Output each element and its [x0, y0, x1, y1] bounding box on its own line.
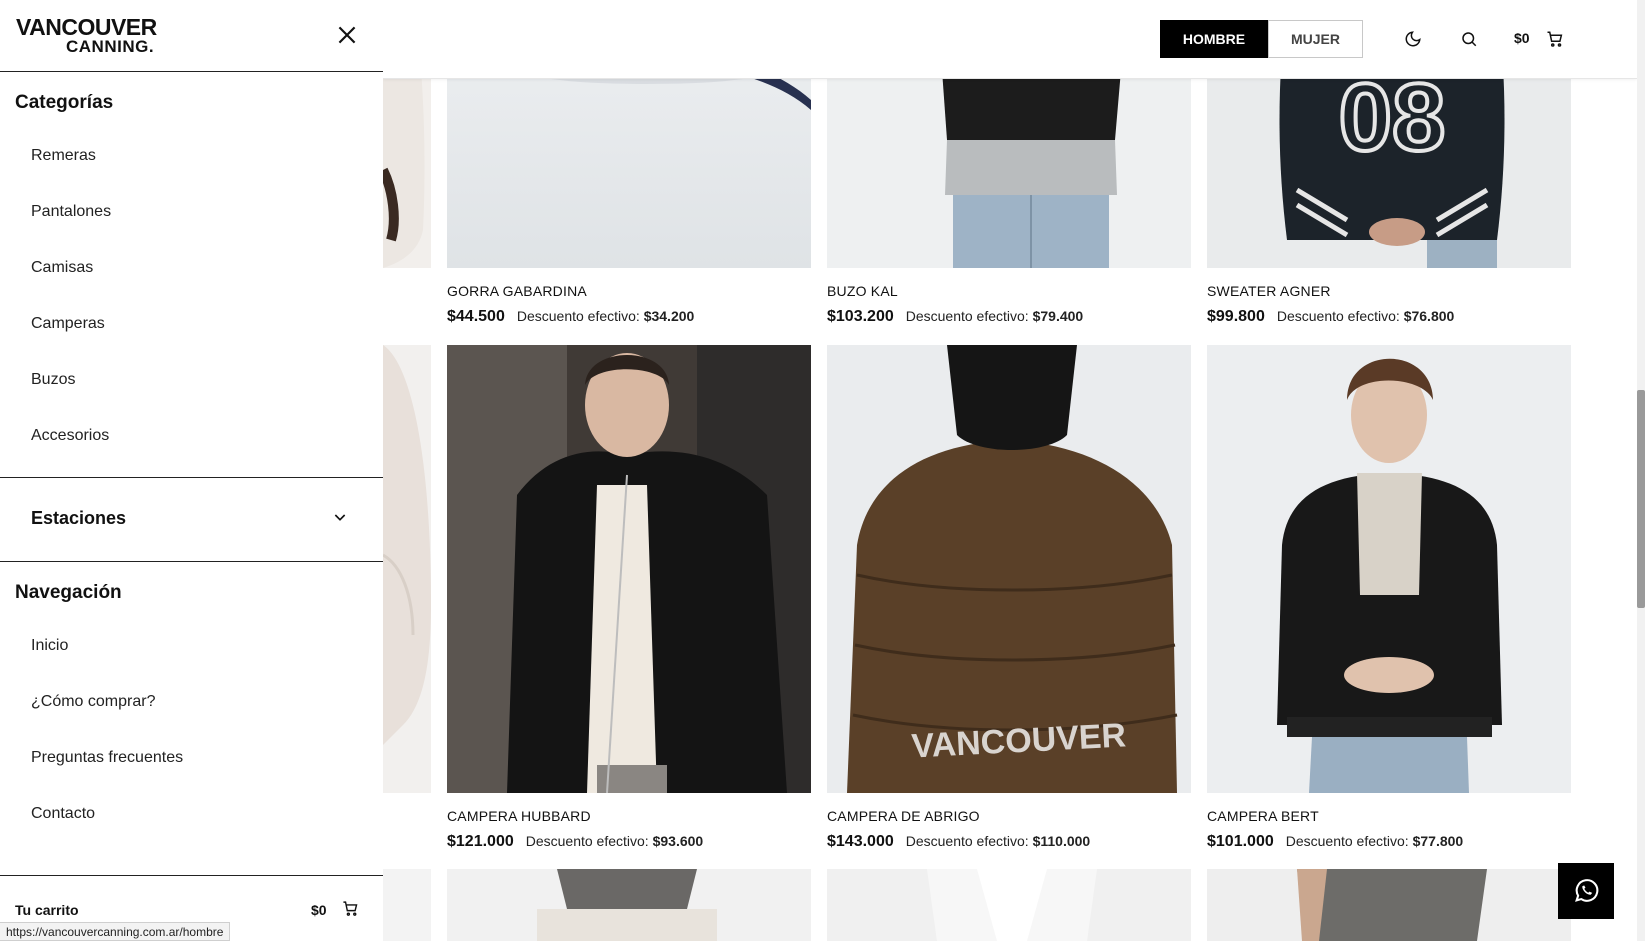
product-price-row: $103.200 Descuento efectivo: $79.400 [827, 308, 1083, 326]
discount-label: Descuento efectivo: [516, 308, 640, 324]
drawer-header: VANCOUVER CANNING. [0, 0, 383, 72]
nav-item-como-comprar[interactable]: ¿Cómo comprar? [31, 693, 155, 711]
top-header: HOMBRE MUJER $0 [383, 0, 1637, 79]
gender-tab-mujer[interactable]: MUJER [1268, 20, 1363, 58]
cart-total: $0 [311, 902, 327, 918]
category-item-camperas[interactable]: Camperas [31, 315, 105, 333]
logo-line-2: CANNING. [66, 36, 155, 56]
header-cart-total[interactable]: $0 [1514, 30, 1530, 46]
cart-label: Tu carrito [15, 902, 79, 918]
nav-item-contacto[interactable]: Contacto [31, 805, 95, 823]
discount-price: $93.600 [652, 833, 704, 849]
product-name[interactable]: CAMPERA BERT [1207, 808, 1319, 824]
discount-price: $110.000 [1032, 833, 1091, 849]
cash-discount: Descuento efectivo: $34.200 [517, 308, 694, 324]
discount-price: $76.800 [1403, 308, 1455, 324]
product-image[interactable] [447, 869, 811, 941]
discount-label: Descuento efectivo: [905, 308, 1029, 324]
product-image[interactable] [1207, 345, 1571, 793]
product-price: $101.000 [1207, 833, 1274, 850]
product-grid: GORRA GABARDINA $44.500 Descuento efecti… [383, 0, 1645, 941]
product-price-row: $143.000 Descuento efectivo: $110.000 [827, 833, 1090, 851]
product-price: $143.000 [827, 833, 894, 850]
product-image[interactable] [1207, 869, 1571, 941]
product-image-partial[interactable] [383, 869, 431, 941]
product-price: $44.500 [447, 308, 505, 325]
category-item-camisas[interactable]: Camisas [31, 259, 93, 277]
cash-discount: Descuento efectivo: $76.800 [1277, 308, 1454, 324]
category-item-buzos[interactable]: Buzos [31, 371, 75, 389]
discount-label: Descuento efectivo: [525, 833, 649, 849]
status-bar-url: https://vancouvercanning.com.ar/hombre [0, 922, 231, 941]
logo-line-1: VANCOUVER [16, 14, 157, 40]
discount-price: $79.400 [1032, 308, 1084, 324]
product-price-row: $121.000 Descuento efectivo: $93.600 [447, 833, 703, 851]
product-price-row: $101.000 Descuento efectivo: $77.800 [1207, 833, 1463, 851]
product-price-row: $44.500 Descuento efectivo: $34.200 [447, 308, 694, 326]
discount-price: $34.200 [643, 308, 695, 324]
discount-label: Descuento efectivo: [1276, 308, 1400, 324]
product-price: $99.800 [1207, 308, 1265, 325]
seasons-accordion[interactable]: Estaciones [0, 477, 383, 561]
categories-title: Categorías [15, 92, 114, 113]
close-icon[interactable] [334, 22, 360, 48]
gender-tab-hombre[interactable]: HOMBRE [1160, 20, 1268, 58]
nav-item-preguntas-frecuentes[interactable]: Preguntas frecuentes [31, 749, 183, 767]
divider [0, 561, 383, 562]
product-price: $121.000 [447, 833, 514, 850]
product-image[interactable] [827, 869, 1191, 941]
product-name[interactable]: CAMPERA DE ABRIGO [827, 808, 980, 824]
cart-icon [342, 900, 359, 922]
sweater-number-text: 08 [1339, 64, 1446, 171]
product-price: $103.200 [827, 308, 894, 325]
scrollbar-thumb[interactable] [1637, 390, 1645, 608]
cash-discount: Descuento efectivo: $93.600 [526, 833, 703, 849]
discount-price: $77.800 [1412, 833, 1464, 849]
side-menu-drawer: VANCOUVER CANNING. Categorías Remeras Pa… [0, 0, 383, 941]
search-icon[interactable] [1457, 27, 1481, 51]
seasons-title: Estaciones [31, 508, 127, 528]
discount-label: Descuento efectivo: [905, 833, 1029, 849]
cash-discount: Descuento efectivo: $77.800 [1286, 833, 1463, 849]
category-item-remeras[interactable]: Remeras [31, 147, 96, 165]
brand-logo[interactable]: VANCOUVER CANNING. [16, 14, 157, 56]
moon-icon[interactable] [1401, 27, 1425, 51]
whatsapp-button[interactable] [1558, 863, 1614, 919]
nav-item-inicio[interactable]: Inicio [31, 637, 68, 655]
category-item-accesorios[interactable]: Accesorios [31, 427, 109, 445]
product-name[interactable]: GORRA GABARDINA [447, 283, 587, 299]
cash-discount: Descuento efectivo: $79.400 [906, 308, 1083, 324]
product-image[interactable]: VANCOUVER [827, 345, 1191, 793]
product-name[interactable]: BUZO KAL [827, 283, 898, 299]
page-scrollbar[interactable] [1637, 0, 1645, 941]
cart-icon[interactable] [1543, 27, 1567, 51]
product-name[interactable]: SWEATER AGNER [1207, 283, 1331, 299]
product-name[interactable]: CAMPERA HUBBARD [447, 808, 591, 824]
product-image[interactable] [447, 345, 811, 793]
chevron-down-icon [332, 509, 348, 530]
category-item-pantalones[interactable]: Pantalones [31, 203, 111, 221]
cash-discount: Descuento efectivo: $110.000 [906, 833, 1090, 849]
product-price-row: $99.800 Descuento efectivo: $76.800 [1207, 308, 1454, 326]
navigation-title: Navegación [15, 582, 122, 603]
whatsapp-icon [1575, 879, 1599, 902]
product-image-partial[interactable] [383, 345, 431, 793]
discount-label: Descuento efectivo: [1285, 833, 1409, 849]
